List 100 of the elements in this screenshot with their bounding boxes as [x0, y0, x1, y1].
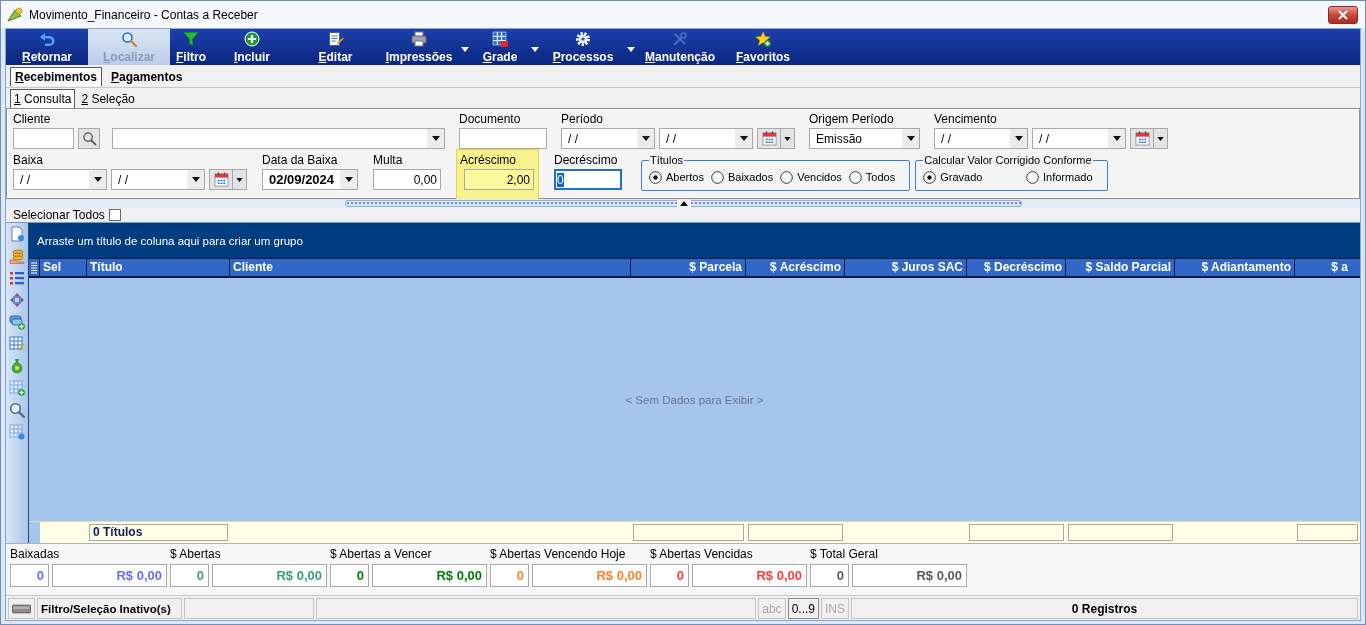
date-field[interactable]: 02/09/2024 [262, 169, 358, 190]
date-field[interactable]: / / [1032, 128, 1126, 149]
caret-icon[interactable] [902, 129, 919, 148]
total-label: $ Total Geral [810, 547, 879, 561]
field-label: Período [561, 112, 605, 126]
toolbar-button[interactable]: Manutenção [637, 29, 723, 65]
amount-field[interactable]: 2,00 [464, 169, 534, 190]
column-header[interactable]: Sel [40, 259, 87, 276]
filter-icon [183, 30, 199, 47]
column-header[interactable]: $ Parcela [631, 259, 746, 276]
field-label: Acréscimo [460, 153, 517, 167]
date-field[interactable]: / / [13, 169, 107, 190]
toolbar-button[interactable]: Impressões [379, 29, 459, 65]
date-field[interactable]: / / [659, 128, 753, 149]
grid-icon [492, 30, 508, 47]
total-label: $ Abertas a Vencer [330, 547, 433, 561]
amount-value: R$ 0,00 [52, 564, 167, 587]
client-name-field[interactable] [112, 128, 445, 149]
count-value: 0 [330, 564, 369, 587]
coins-icon[interactable] [9, 248, 25, 264]
origin-select[interactable]: Emissão [809, 128, 920, 149]
amount-field[interactable]: 0,00 [373, 169, 441, 190]
toolbar-button[interactable]: Incluir [212, 29, 292, 65]
caret-icon[interactable] [1108, 129, 1125, 148]
money-bag-icon[interactable] [9, 358, 25, 374]
count-value: 0 [490, 564, 529, 587]
radio-icon[interactable] [780, 170, 794, 184]
tab[interactable]: 1 Consulta [10, 89, 76, 108]
radio-icon[interactable] [1026, 170, 1039, 184]
list-icon[interactable] [30, 261, 38, 274]
search-button[interactable] [78, 128, 100, 149]
column-header[interactable]: $ Juros SAC [845, 259, 967, 276]
date-field[interactable]: / / [111, 169, 205, 190]
grid-edit-icon[interactable] [9, 336, 25, 352]
move-icon[interactable] [9, 292, 25, 308]
radio-button[interactable]: Gravado [923, 170, 983, 184]
tab[interactable]: Recebimentos [10, 67, 103, 86]
field-label: Vencimento [934, 112, 998, 126]
status-indicator: 0...9 [787, 598, 819, 619]
amount-value: R$ 0,00 [212, 564, 327, 587]
caret-icon[interactable] [735, 129, 752, 148]
column-header[interactable]: $ Saldo Parcial [1066, 259, 1175, 276]
date-field[interactable]: / / [561, 128, 655, 149]
plus-circle-icon [244, 30, 260, 47]
grid-icon[interactable] [9, 424, 25, 440]
list-icon[interactable] [9, 270, 25, 286]
column-header[interactable]: Título [87, 259, 230, 276]
document-field[interactable] [459, 128, 547, 149]
caret-icon[interactable] [427, 129, 444, 148]
tab[interactable]: Pagamentos [106, 67, 188, 86]
toolbar-button[interactable]: Filtro [170, 29, 212, 65]
toolbar-button[interactable]: Editar [292, 29, 379, 65]
radio-icon[interactable] [710, 170, 724, 184]
document-icon[interactable] [9, 226, 25, 242]
radio-button[interactable]: Todos [848, 170, 896, 184]
client-code-field[interactable] [13, 128, 74, 149]
grid-plus-icon[interactable] [9, 380, 25, 396]
tab[interactable]: 2 Seleção [77, 89, 139, 108]
date-field[interactable]: / / [934, 128, 1028, 149]
select-all-checkbox[interactable]: Selecionar Todos [6, 208, 121, 222]
calendar-button[interactable] [757, 128, 795, 149]
calendar-button[interactable] [1130, 128, 1168, 149]
radio-icon[interactable] [923, 170, 937, 184]
caret-icon[interactable] [187, 170, 204, 189]
toolbar-button[interactable]: Grade [471, 29, 529, 65]
radio-button[interactable]: Vencidos [780, 170, 842, 184]
column-header[interactable]: $ Acréscimo [746, 259, 845, 276]
empty-message: < Sem Dados para Exibir > [625, 393, 764, 406]
collapse-button[interactable] [676, 199, 691, 208]
radio-icon[interactable] [649, 170, 662, 184]
close-button[interactable] [1328, 5, 1358, 24]
caret-icon[interactable] [340, 170, 357, 189]
toolbar-button[interactable]: Favoritos [723, 29, 803, 65]
group-title: Calcular Valor Corrigido Conforme [923, 154, 1093, 166]
column-header[interactable]: $ Decréscimo [967, 259, 1066, 276]
caret-icon[interactable] [531, 47, 539, 52]
radio-button[interactable]: Informado [1026, 170, 1093, 184]
gear-icon [575, 30, 591, 47]
checkbox-icon[interactable] [108, 209, 121, 221]
radio-icon[interactable] [848, 170, 862, 184]
caret-icon[interactable] [627, 47, 635, 52]
radio-button[interactable]: Baixados [710, 170, 774, 184]
column-header[interactable]: Cliente [230, 259, 631, 276]
column-header[interactable]: $ Adiantamento [1175, 259, 1295, 276]
undo-icon [39, 30, 55, 47]
caret-icon[interactable] [1010, 129, 1027, 148]
cards-plus-icon[interactable] [9, 314, 25, 330]
caret-icon[interactable] [461, 47, 469, 52]
calendar-button[interactable] [209, 169, 247, 190]
caret-icon[interactable] [89, 170, 106, 189]
toolbar-button[interactable]: Retornar [6, 29, 88, 65]
column-header[interactable]: $ a [1295, 259, 1360, 276]
search-icon[interactable] [9, 402, 25, 418]
field-label: Baixa [13, 153, 45, 167]
caret-icon[interactable] [637, 129, 654, 148]
amount-field[interactable]: 0 [554, 169, 622, 190]
toolbar-button[interactable]: Processos [541, 29, 625, 65]
radio-button[interactable]: Abertos [649, 170, 704, 184]
search-icon [121, 30, 137, 47]
field-label: Multa [373, 153, 404, 167]
